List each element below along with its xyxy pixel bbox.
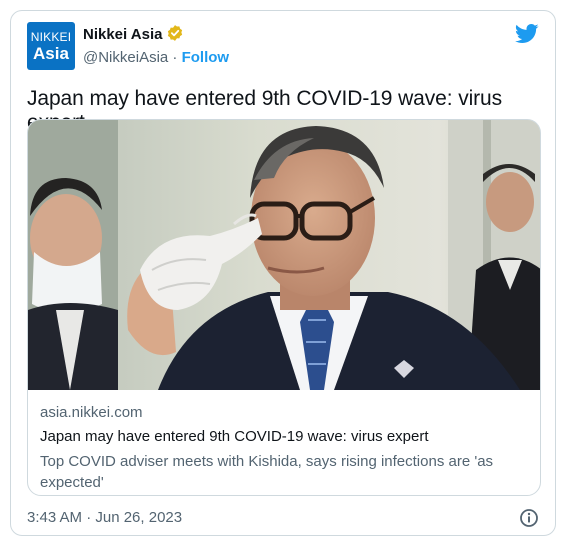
avatar[interactable]: NIKKEI Asia [27,22,75,70]
info-icon[interactable] [519,508,539,533]
tweet-embed: NIKKEI Asia Nikkei Asia @NikkeiAsia · Fo… [10,10,556,536]
card-description: Top COVID adviser meets with Kishida, sa… [40,453,494,491]
handle-line: @NikkeiAsia · Follow [83,49,229,66]
link-card[interactable]: asia.nikkei.com Japan may have entered 9… [27,119,541,496]
card-title: Japan may have entered 9th COVID-19 wave… [40,428,429,445]
avatar-line1: NIKKEI [30,30,72,44]
card-photo [28,120,540,390]
separator: · [172,49,178,66]
twitter-bird-icon[interactable] [514,24,539,49]
avatar-line2: Asia [33,44,69,63]
timestamp-link[interactable]: 3:43 AM · Jun 26, 2023 [27,509,182,526]
card-domain: asia.nikkei.com [40,404,143,421]
account-name[interactable]: Nikkei Asia [83,26,163,43]
follow-button[interactable]: Follow [182,49,230,66]
account-name-row[interactable]: Nikkei Asia [83,24,184,46]
verified-badge-icon [166,24,184,46]
account-handle[interactable]: @NikkeiAsia [83,49,168,66]
